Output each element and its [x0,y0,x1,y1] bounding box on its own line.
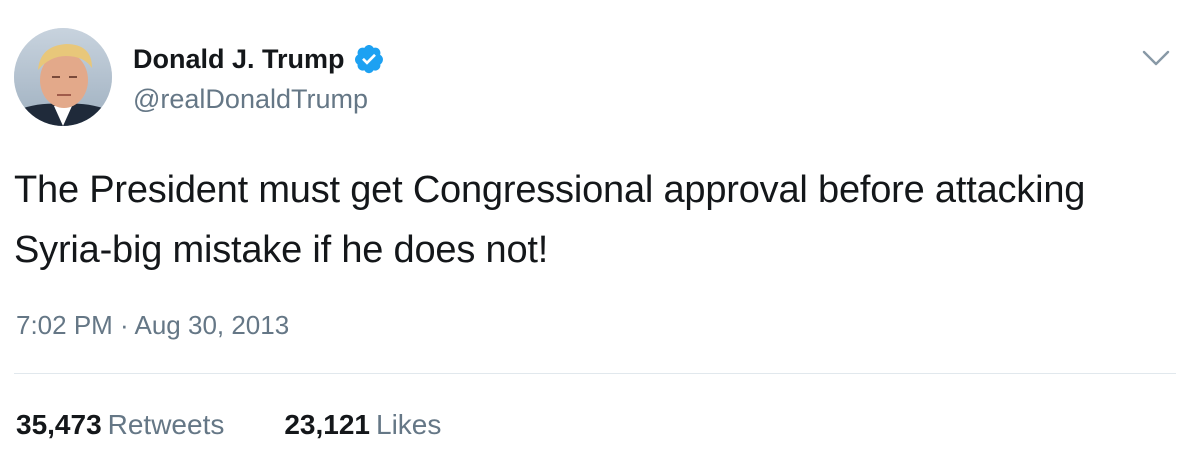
retweets-label: Retweets [107,409,225,440]
author-handle[interactable]: @realDonaldTrump [133,82,368,116]
tweet-stats: 35,473 Retweets 23,121 Likes [16,407,501,443]
author-name[interactable]: Donald J. Trump [133,42,385,76]
likes-stat[interactable]: 23,121 Likes [284,407,441,443]
avatar[interactable] [14,28,112,126]
likes-count: 23,121 [284,409,370,440]
verified-badge-icon [353,43,385,75]
avatar-image [14,28,112,126]
tweet-text: The President must get Congressional app… [14,169,1086,271]
tweet-timestamp[interactable]: 7:02 PM · Aug 30, 2013 [16,308,289,342]
likes-label: Likes [376,409,442,440]
divider [14,373,1176,374]
tweet-card: Donald J. Trump @realDonaldTrump The Pre… [0,0,1183,464]
retweets-count: 35,473 [16,409,102,440]
author-name-text: Donald J. Trump [133,44,345,74]
chevron-down-icon[interactable] [1140,46,1172,70]
retweets-stat[interactable]: 35,473 Retweets [16,407,224,443]
